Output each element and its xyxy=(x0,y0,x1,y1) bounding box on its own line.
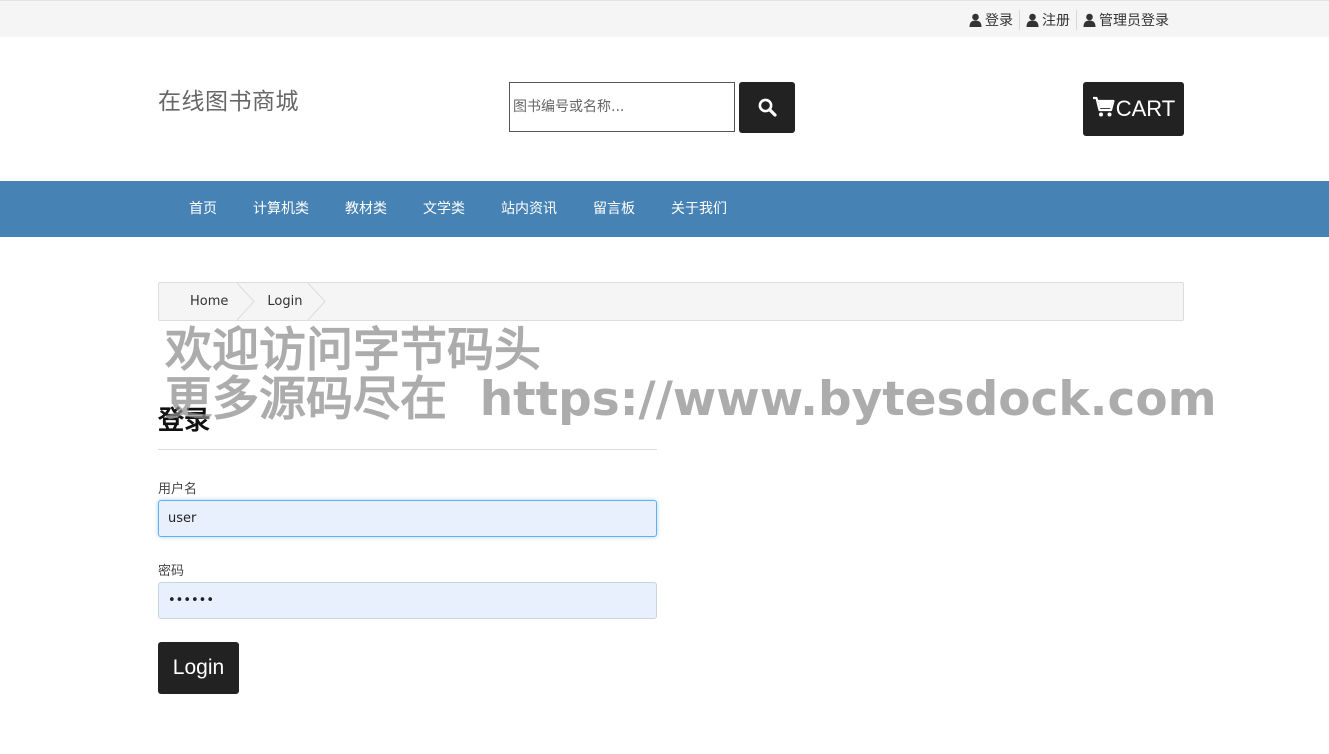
username-label: 用户名 xyxy=(158,482,198,497)
breadcrumb-current-label: Login xyxy=(267,294,303,309)
nav-item-textbook[interactable]: 教材类 xyxy=(327,181,405,237)
register-link[interactable]: 注册 xyxy=(1019,10,1076,30)
password-label: 密码 xyxy=(158,564,185,579)
login-link[interactable]: 登录 xyxy=(963,10,1019,30)
username-input[interactable] xyxy=(158,500,657,537)
register-link-label: 注册 xyxy=(1042,13,1070,29)
cart-label: CART xyxy=(1115,96,1176,121)
nav-item-home[interactable]: 首页 xyxy=(171,181,235,237)
breadcrumb-home[interactable]: Home xyxy=(159,283,256,320)
breadcrumb-current: Login xyxy=(255,283,327,320)
user-icon xyxy=(969,13,982,27)
cart-icon xyxy=(1092,96,1115,117)
breadcrumb-separator-icon xyxy=(237,283,256,320)
watermark: 欢迎访问字节码头 更多源码尽在 https://www.bytesdock.co… xyxy=(165,326,1217,424)
cart-button[interactable]: CART xyxy=(1083,82,1184,136)
nav-item-literature[interactable]: 文学类 xyxy=(405,181,483,237)
nav-list: 首页 计算机类 教材类 文学类 站内资讯 留言板 关于我们 xyxy=(171,181,745,237)
page: 登录 注册 管理员登录 在线图书商城 图书编号或名称... CART 首页 计算… xyxy=(0,0,1329,754)
breadcrumb-home-label: Home xyxy=(190,294,229,309)
search-button[interactable] xyxy=(739,82,795,133)
account-links: 登录 注册 管理员登录 xyxy=(963,9,1175,31)
nav-item-computer[interactable]: 计算机类 xyxy=(235,181,327,237)
nav-item-news[interactable]: 站内资讯 xyxy=(483,181,575,237)
search-input[interactable] xyxy=(509,82,735,132)
breadcrumb-separator-icon xyxy=(308,283,327,320)
breadcrumb: Home Login xyxy=(158,282,1184,321)
user-icon xyxy=(1026,13,1039,27)
watermark-line-2: 更多源码尽在 https://www.bytesdock.com xyxy=(165,372,1217,427)
admin-login-link[interactable]: 管理员登录 xyxy=(1076,10,1175,30)
watermark-line-1: 欢迎访问字节码头 xyxy=(165,323,541,378)
login-link-label: 登录 xyxy=(985,13,1013,29)
search-icon xyxy=(758,98,777,117)
title-divider xyxy=(158,449,657,450)
site-logo[interactable]: 在线图书商城 xyxy=(158,82,299,116)
password-input[interactable] xyxy=(158,582,657,619)
top-bar: 登录 注册 管理员登录 xyxy=(0,0,1329,37)
admin-login-link-label: 管理员登录 xyxy=(1099,13,1169,29)
user-icon xyxy=(1083,13,1096,27)
main-nav: 首页 计算机类 教材类 文学类 站内资讯 留言板 关于我们 xyxy=(0,181,1329,237)
login-title: 登录 xyxy=(158,406,211,436)
login-button[interactable]: Login xyxy=(158,642,239,694)
nav-item-about[interactable]: 关于我们 xyxy=(653,181,745,237)
nav-item-guestbook[interactable]: 留言板 xyxy=(575,181,653,237)
